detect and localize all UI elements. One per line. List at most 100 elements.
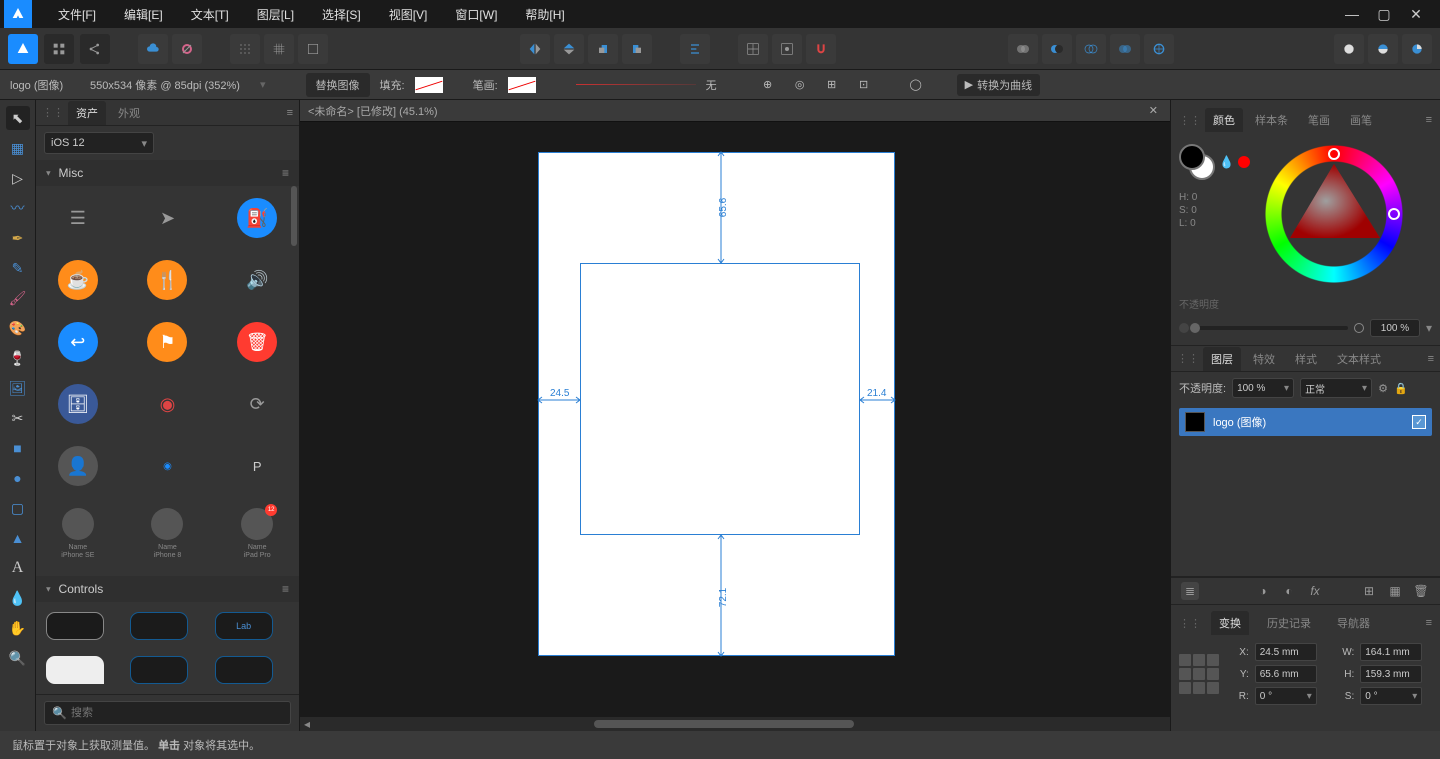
window-minimize-button[interactable]: — — [1340, 4, 1364, 24]
bounds-icon[interactable]: ⊡ — [853, 74, 875, 96]
color-swatch-pair[interactable] — [1179, 144, 1215, 180]
adjustment-icon[interactable]: ◐ — [1280, 582, 1298, 600]
fill-swatch[interactable] — [415, 77, 443, 93]
move-tool[interactable]: ⬉ — [6, 106, 30, 130]
group-icon[interactable]: ▦ — [1386, 582, 1404, 600]
asset-device-ipad[interactable]: 12 — [241, 508, 273, 540]
boolean-xor-button[interactable] — [1110, 34, 1140, 64]
add-layer-icon[interactable]: ⊞ — [1360, 582, 1378, 600]
boolean-add-button[interactable] — [1008, 34, 1038, 64]
snap-grid-button[interactable] — [738, 34, 768, 64]
pen-tool[interactable]: ✒ — [6, 226, 30, 250]
show-icon[interactable]: ◎ — [789, 74, 811, 96]
blend-mode-select[interactable]: 正常▾ — [1300, 378, 1372, 398]
control-item[interactable] — [46, 612, 104, 640]
opacity-slider[interactable] — [1195, 326, 1348, 330]
panel-menu-icon[interactable]: ≡ — [1426, 617, 1432, 629]
eyedropper-tool[interactable]: 💧 — [6, 586, 30, 610]
asset-device-se[interactable] — [62, 508, 94, 540]
layer-row[interactable]: logo (图像) ✓ — [1179, 408, 1432, 436]
r-input[interactable]: 0 °▾ — [1255, 687, 1317, 705]
opacity-value[interactable]: 100 % — [1370, 319, 1420, 337]
asset-fuel-icon[interactable]: ⛽ — [237, 198, 277, 238]
convert-to-curves-button[interactable]: ▶转换为曲线 — [957, 74, 1040, 96]
section-misc-header[interactable]: ▸Misc ≡ — [36, 160, 299, 186]
text-styles-tab[interactable]: 文本样式 — [1329, 347, 1389, 371]
lasso-icon[interactable]: ◯ — [905, 74, 927, 96]
brush-tool[interactable]: 🖌 — [6, 286, 30, 310]
pen-tab[interactable]: 画笔 — [1342, 108, 1380, 132]
section-controls-header[interactable]: ▸Controls ≡ — [36, 576, 299, 602]
shape-circle-button[interactable] — [1334, 34, 1364, 64]
delete-layer-icon[interactable]: 🗑 — [1412, 582, 1430, 600]
color-wheel[interactable] — [1260, 140, 1408, 288]
guides-button[interactable] — [298, 34, 328, 64]
boolean-divide-button[interactable] — [1144, 34, 1174, 64]
layers-tab[interactable]: 图层 — [1203, 347, 1241, 371]
y-input[interactable]: 65.6 mm — [1255, 665, 1317, 683]
assets-tab[interactable]: 资产 — [68, 101, 106, 125]
zoom-tool[interactable]: 🔍 — [6, 646, 30, 670]
asset-coffee-icon[interactable]: ☕ — [58, 260, 98, 300]
stroke-width-preview[interactable] — [576, 84, 696, 85]
pen-curve-tool[interactable]: 〰 — [6, 196, 30, 220]
anchor-selector[interactable] — [1179, 654, 1219, 694]
menu-help[interactable]: 帮助[H] — [525, 6, 564, 23]
asset-avatar-icon[interactable]: 👤 — [58, 446, 98, 486]
align-button[interactable] — [680, 34, 710, 64]
shape-halfcircle-button[interactable] — [1368, 34, 1398, 64]
h-input[interactable]: 159.3 mm — [1360, 665, 1422, 683]
lock-icon[interactable]: 🔒 — [1394, 382, 1408, 395]
x-input[interactable]: 24.5 mm — [1255, 643, 1317, 661]
asset-apple-pay-icon[interactable]: P — [237, 446, 277, 486]
menu-file[interactable]: 文件[F] — [58, 6, 96, 23]
panel-menu-icon[interactable]: ≡ — [1428, 353, 1434, 365]
panel-grip-icon[interactable]: ⋮⋮ — [42, 106, 64, 119]
transform-tab[interactable]: 变换 — [1211, 611, 1249, 635]
history-tab[interactable]: 历史记录 — [1259, 611, 1319, 635]
stroke-swatch[interactable] — [508, 77, 536, 93]
menu-view[interactable]: 视图[V] — [389, 6, 428, 23]
hand-tool[interactable]: ✋ — [6, 616, 30, 640]
zoom-info[interactable]: 550x534 像素 @ 85dpi (352%) — [90, 77, 250, 93]
w-input[interactable]: 164.1 mm — [1360, 643, 1422, 661]
asset-food-icon[interactable]: 🍴 — [147, 260, 187, 300]
gear-icon[interactable]: ⚙ — [1378, 382, 1388, 395]
asset-reply-icon[interactable]: ↩ — [58, 322, 98, 362]
replace-image-button[interactable]: 替换图像 — [306, 73, 370, 97]
control-item-label[interactable]: Lab — [215, 612, 273, 640]
rotate-ccw-button[interactable] — [588, 34, 618, 64]
menu-layer[interactable]: 图层[L] — [257, 6, 294, 23]
brushes-tab[interactable]: 笔画 — [1300, 108, 1338, 132]
panel-grip-icon[interactable]: ⋮⋮ — [1177, 352, 1199, 365]
glass-tool[interactable]: 🍷 — [6, 346, 30, 370]
menu-window[interactable]: 窗口[W] — [455, 6, 497, 23]
shape-quarter-button[interactable] — [1402, 34, 1432, 64]
rotate-cw-button[interactable] — [622, 34, 652, 64]
snap-icon[interactable]: ⊞ — [821, 74, 843, 96]
styles-tab[interactable]: 样式 — [1287, 347, 1325, 371]
magnet-button[interactable] — [806, 34, 836, 64]
current-color-dot[interactable] — [1238, 156, 1250, 168]
eyedropper-icon[interactable]: 💧 — [1219, 155, 1234, 169]
control-item[interactable] — [130, 612, 188, 640]
boolean-subtract-button[interactable] — [1042, 34, 1072, 64]
canvas-viewport[interactable]: 65.6 24.5 21.4 72.1 — [300, 122, 1170, 717]
fx-icon[interactable]: fx — [1306, 582, 1324, 600]
window-maximize-button[interactable]: ▢ — [1372, 4, 1396, 24]
cloud-sync-button[interactable] — [138, 34, 168, 64]
selected-object[interactable] — [580, 263, 860, 535]
text-tool[interactable]: A — [6, 556, 30, 580]
layers-stack-icon[interactable]: ≣ — [1181, 582, 1199, 600]
persona-designer-button[interactable] — [8, 34, 38, 64]
panel-menu-icon[interactable]: ≡ — [1426, 114, 1432, 126]
asset-list-icon[interactable]: ☰ — [58, 198, 98, 238]
layer-visibility-checkbox[interactable]: ✓ — [1412, 415, 1426, 429]
opacity-dropdown-icon[interactable]: ▾ — [1426, 321, 1432, 335]
fill-tool[interactable]: 🎨 — [6, 316, 30, 340]
panel-grip-icon[interactable]: ⋮⋮ — [1179, 617, 1201, 630]
mask-icon[interactable]: ◑ — [1254, 582, 1272, 600]
asset-preset-select[interactable]: iOS 12▾ — [44, 132, 154, 154]
rounded-rect-tool[interactable]: ▢ — [6, 496, 30, 520]
sync-off-button[interactable] — [172, 34, 202, 64]
